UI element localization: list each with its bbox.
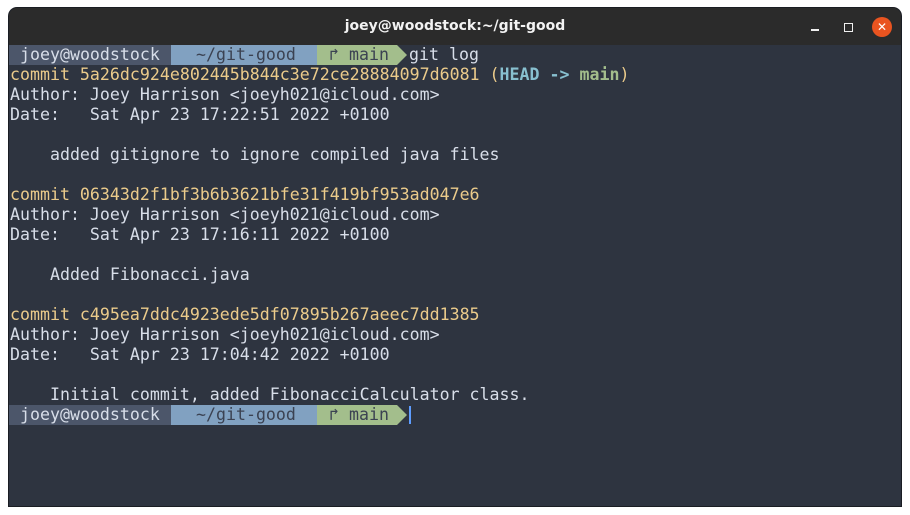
commit-hash: commit 06343d2f1bf3b6b3621bfe31f419bf953… bbox=[10, 185, 480, 204]
terminal-window[interactable]: joey@woodstock:~/git-good ✕ joey@woodsto… bbox=[9, 8, 901, 506]
commit-line: commit 5a26dc924e802445b844c3e72ce288840… bbox=[10, 65, 629, 85]
close-icon: ✕ bbox=[876, 20, 888, 34]
prompt-separator-icon bbox=[397, 45, 407, 65]
prompt-dir-segment: ~/git-good bbox=[171, 405, 317, 425]
author-line: Author: Joey Harrison <joeyh021@icloud.c… bbox=[10, 205, 440, 224]
minimize-button[interactable] bbox=[805, 17, 825, 37]
date-line: Date: Sat Apr 23 17:04:42 2022 +0100 bbox=[10, 345, 390, 364]
terminal-output[interactable]: joey@woodstock ~/git-good ↱ main git log… bbox=[9, 45, 901, 506]
minimize-icon bbox=[811, 29, 819, 31]
close-button[interactable]: ✕ bbox=[872, 17, 892, 37]
prompt-line: joey@woodstock ~/git-good ↱ main git log bbox=[9, 45, 901, 65]
author-line: Author: Joey Harrison <joeyh021@icloud.c… bbox=[10, 325, 440, 344]
prompt-user-segment: joey@woodstock bbox=[9, 405, 171, 425]
date-line: Date: Sat Apr 23 17:22:51 2022 +0100 bbox=[10, 105, 390, 124]
date-line: Date: Sat Apr 23 17:16:11 2022 +0100 bbox=[10, 225, 390, 244]
prompt-branch: ↱ main bbox=[329, 45, 389, 64]
prompt-user-segment: joey@woodstock bbox=[9, 45, 171, 65]
ref-close: ) bbox=[619, 65, 630, 84]
prompt-dir: ~/git-good bbox=[196, 45, 296, 64]
prompt-user: joey@woodstock bbox=[20, 405, 160, 424]
ref-open: ( bbox=[479, 65, 500, 84]
prompt-branch: ↱ main bbox=[329, 405, 389, 424]
window-title: joey@woodstock:~/git-good bbox=[344, 18, 566, 34]
branch-ref: main bbox=[579, 65, 620, 84]
author-line: Author: Joey Harrison <joeyh021@icloud.c… bbox=[10, 85, 440, 104]
prompt-command: git log bbox=[409, 45, 479, 64]
maximize-button[interactable] bbox=[838, 17, 858, 37]
prompt-dir-segment: ~/git-good bbox=[171, 45, 317, 65]
commit-message: Added Fibonacci.java bbox=[10, 265, 250, 284]
title-bar[interactable]: joey@woodstock:~/git-good ✕ bbox=[9, 8, 901, 45]
prompt-branch-segment: ↱ main bbox=[317, 405, 397, 425]
maximize-icon bbox=[843, 22, 853, 32]
prompt-separator-icon bbox=[397, 405, 407, 425]
commit-message: Initial commit, added FibonacciCalculato… bbox=[10, 385, 530, 404]
commit-hash: commit c495ea7ddc4923ede5df07895b267aeec… bbox=[10, 305, 480, 324]
prompt-line: joey@woodstock ~/git-good ↱ main bbox=[9, 405, 901, 425]
commit-message: added gitignore to ignore compiled java … bbox=[10, 145, 500, 164]
prompt-dir: ~/git-good bbox=[196, 405, 296, 424]
prompt-branch-segment: ↱ main bbox=[317, 45, 397, 65]
text-cursor[interactable] bbox=[409, 406, 411, 424]
commit-hash: commit 5a26dc924e802445b844c3e72ce288840… bbox=[10, 65, 480, 84]
prompt-user: joey@woodstock bbox=[20, 45, 160, 64]
head-ref: HEAD -> bbox=[499, 65, 580, 84]
